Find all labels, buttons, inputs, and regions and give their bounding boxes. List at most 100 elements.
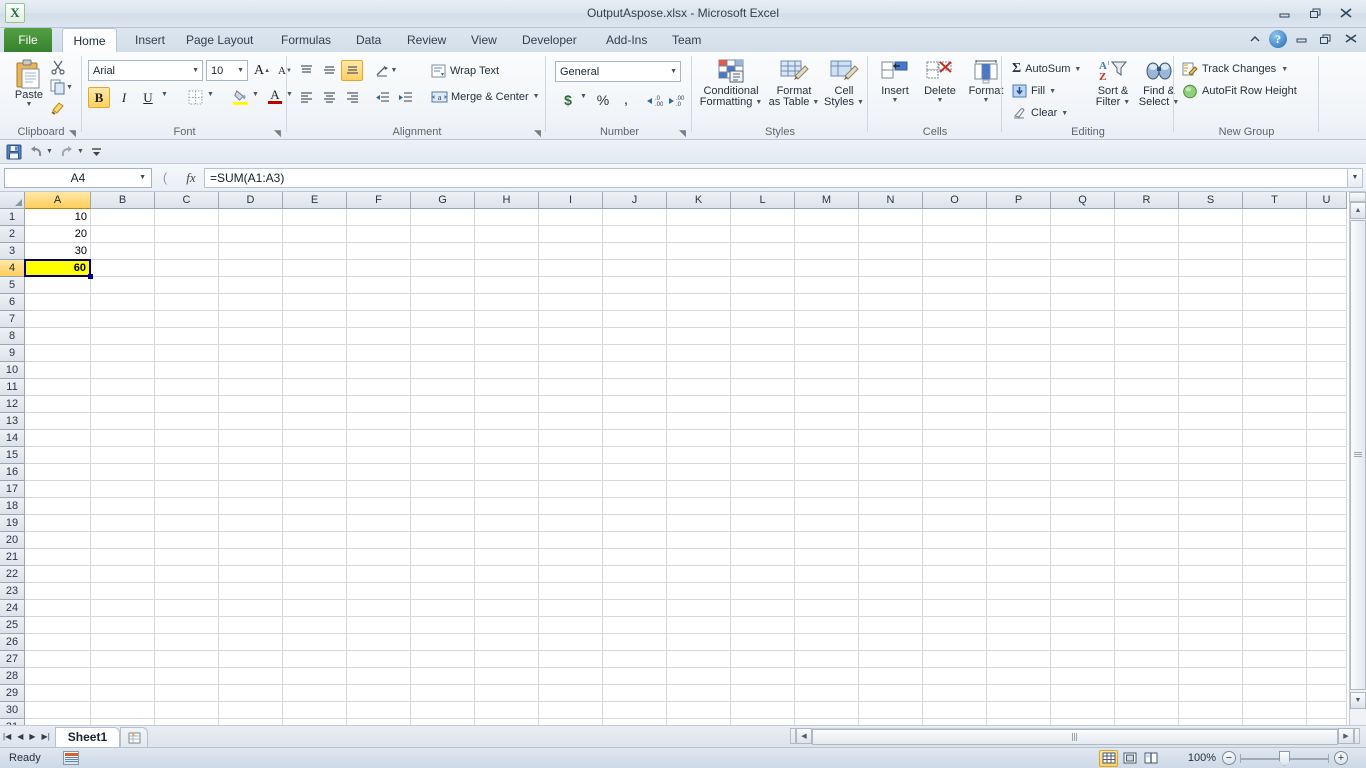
column-header-f[interactable]: F (347, 192, 411, 209)
cell-K9[interactable] (667, 345, 731, 362)
cell-P17[interactable] (987, 481, 1051, 498)
cell-U10[interactable] (1307, 362, 1347, 379)
cell-F19[interactable] (347, 515, 411, 532)
cell-O12[interactable] (923, 396, 987, 413)
clipboard-dialog-launcher[interactable]: ◥ (69, 128, 79, 138)
cell-J15[interactable] (603, 447, 667, 464)
cell-A7[interactable] (25, 311, 91, 328)
paste-chevron-down-icon[interactable]: ▼ (26, 101, 33, 108)
cell-S18[interactable] (1179, 498, 1243, 515)
cell-L14[interactable] (731, 430, 795, 447)
cell-A28[interactable] (25, 668, 91, 685)
cell-S1[interactable] (1179, 209, 1243, 226)
cell-C12[interactable] (155, 396, 219, 413)
cell-S7[interactable] (1179, 311, 1243, 328)
last-sheet-icon[interactable]: ▶| (42, 732, 50, 741)
zoom-slider-thumb[interactable] (1279, 751, 1290, 766)
cell-A13[interactable] (25, 413, 91, 430)
row-header-4[interactable]: 4 (0, 260, 25, 277)
cell-A22[interactable] (25, 566, 91, 583)
cell-Q13[interactable] (1051, 413, 1115, 430)
cell-T30[interactable] (1243, 702, 1307, 719)
name-box[interactable]: A4 ▼ (4, 167, 152, 188)
row-header-21[interactable]: 21 (0, 549, 25, 566)
cell-H14[interactable] (475, 430, 539, 447)
cell-H3[interactable] (475, 243, 539, 260)
percent-style-button[interactable]: % (592, 89, 614, 110)
insert-worksheet-icon[interactable] (120, 726, 149, 747)
row-header-22[interactable]: 22 (0, 566, 25, 583)
cell-G8[interactable] (411, 328, 475, 345)
restore-icon[interactable] (1302, 4, 1329, 22)
cell-M20[interactable] (795, 532, 859, 549)
cell-F4[interactable] (347, 260, 411, 277)
cell-J22[interactable] (603, 566, 667, 583)
cell-E12[interactable] (283, 396, 347, 413)
cell-B26[interactable] (91, 634, 155, 651)
page-layout-view-icon[interactable] (1120, 750, 1139, 767)
cell-K19[interactable] (667, 515, 731, 532)
cell-E10[interactable] (283, 362, 347, 379)
cell-M11[interactable] (795, 379, 859, 396)
font-name-input[interactable]: Arial ▼ (88, 60, 203, 81)
font-size-chevron-down-icon[interactable]: ▼ (237, 67, 244, 74)
cell-A11[interactable] (25, 379, 91, 396)
cell-P13[interactable] (987, 413, 1051, 430)
cell-F7[interactable] (347, 311, 411, 328)
cell-T3[interactable] (1243, 243, 1307, 260)
row-header-10[interactable]: 10 (0, 362, 25, 379)
cell-L1[interactable] (731, 209, 795, 226)
cell-M23[interactable] (795, 583, 859, 600)
cell-U20[interactable] (1307, 532, 1347, 549)
cell-S21[interactable] (1179, 549, 1243, 566)
cell-D25[interactable] (219, 617, 283, 634)
cell-P16[interactable] (987, 464, 1051, 481)
cell-S11[interactable] (1179, 379, 1243, 396)
cell-U21[interactable] (1307, 549, 1347, 566)
cell-D9[interactable] (219, 345, 283, 362)
cell-F21[interactable] (347, 549, 411, 566)
cell-H17[interactable] (475, 481, 539, 498)
cell-K28[interactable] (667, 668, 731, 685)
cell-B28[interactable] (91, 668, 155, 685)
cell-O28[interactable] (923, 668, 987, 685)
cell-Q30[interactable] (1051, 702, 1115, 719)
cell-O5[interactable] (923, 277, 987, 294)
cell-T4[interactable] (1243, 260, 1307, 277)
cell-K23[interactable] (667, 583, 731, 600)
cell-G14[interactable] (411, 430, 475, 447)
cell-L26[interactable] (731, 634, 795, 651)
vertical-split-box[interactable] (1349, 192, 1366, 202)
cell-N18[interactable] (859, 498, 923, 515)
cell-S12[interactable] (1179, 396, 1243, 413)
cell-M25[interactable] (795, 617, 859, 634)
column-header-e[interactable]: E (283, 192, 347, 209)
cell-C30[interactable] (155, 702, 219, 719)
comma-style-button[interactable]: , (615, 89, 637, 110)
cell-J1[interactable] (603, 209, 667, 226)
row-header-2[interactable]: 2 (0, 226, 25, 243)
cell-F20[interactable] (347, 532, 411, 549)
cell-C5[interactable] (155, 277, 219, 294)
cell-T16[interactable] (1243, 464, 1307, 481)
cell-B10[interactable] (91, 362, 155, 379)
cell-A19[interactable] (25, 515, 91, 532)
cell-O23[interactable] (923, 583, 987, 600)
cell-K25[interactable] (667, 617, 731, 634)
cell-T13[interactable] (1243, 413, 1307, 430)
cell-P3[interactable] (987, 243, 1051, 260)
cell-J17[interactable] (603, 481, 667, 498)
fill-color-button[interactable] (229, 85, 251, 108)
cell-C7[interactable] (155, 311, 219, 328)
font-name-chevron-down-icon[interactable]: ▼ (192, 67, 199, 74)
cell-S28[interactable] (1179, 668, 1243, 685)
cell-D14[interactable] (219, 430, 283, 447)
cell-C15[interactable] (155, 447, 219, 464)
cell-N20[interactable] (859, 532, 923, 549)
cell-L16[interactable] (731, 464, 795, 481)
cell-S3[interactable] (1179, 243, 1243, 260)
cell-B15[interactable] (91, 447, 155, 464)
cell-C27[interactable] (155, 651, 219, 668)
row-header-23[interactable]: 23 (0, 583, 25, 600)
cell-B2[interactable] (91, 226, 155, 243)
